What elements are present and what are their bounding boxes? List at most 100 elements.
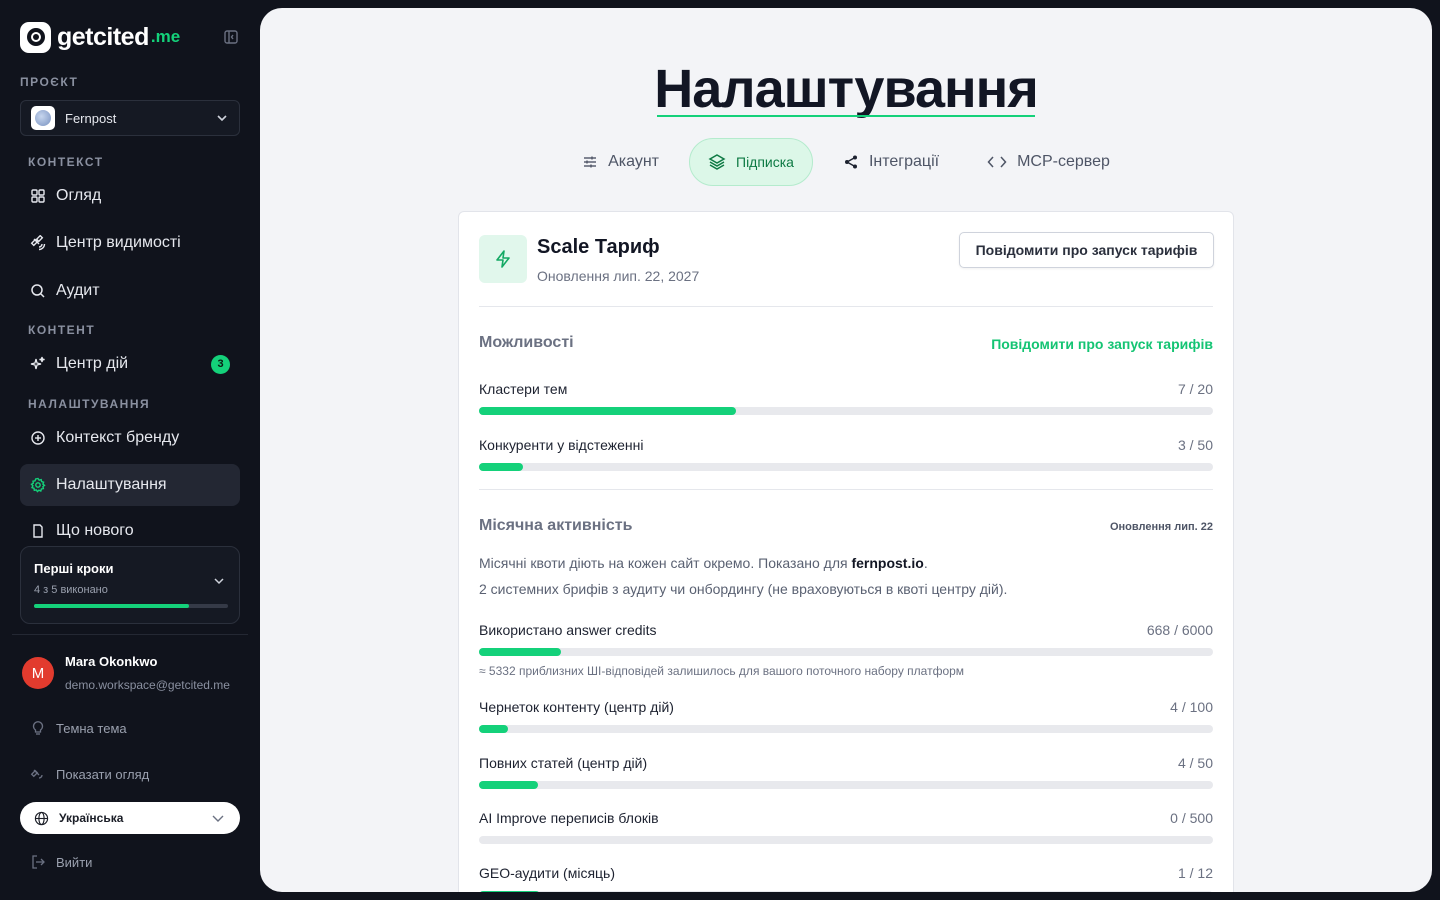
nav-item-brand-context[interactable]: Контекст бренду: [20, 417, 240, 459]
metric-competitors: Конкуренти у відстеженні 3 / 50: [479, 437, 1213, 471]
tab-label: Підписка: [736, 154, 794, 170]
grid-icon: [30, 188, 46, 204]
nav-scroll-clip: Що нового: [20, 518, 240, 538]
divider: [479, 489, 1213, 490]
avatar: M: [22, 657, 54, 689]
note-text: Місячні квоти діють на кожен сайт окремо…: [479, 555, 852, 571]
tab-label: MCP-сервер: [1017, 153, 1110, 170]
metric-value: 4 / 50: [1177, 755, 1213, 771]
metric-answer-credits: Використано answer credits 668 / 6000 ≈ 5…: [479, 622, 1213, 678]
search-icon: [30, 283, 46, 299]
monthly-note: Місячні квоти діють на кожен сайт окремо…: [479, 555, 928, 571]
metric-note: ≈ 5332 приблизних ШІ-відповідей залишило…: [479, 664, 965, 678]
getting-started-card[interactable]: Перші кроки 4 з 5 виконано: [20, 546, 240, 624]
nav-item-label: Налаштування: [56, 476, 167, 493]
metric-progress-bar: [479, 891, 1213, 892]
show-tour-link[interactable]: Показати огляд: [30, 766, 149, 782]
metric-value: 4 / 100: [1170, 699, 1213, 715]
note-suffix: .: [923, 555, 928, 571]
monthly-title: Місячна активність: [479, 517, 633, 534]
theme-label: Темна тема: [56, 720, 127, 736]
metric-progress-fill: [479, 725, 509, 733]
nav-item-action-center[interactable]: Центр дій 3: [20, 343, 240, 385]
lightning-icon: [479, 235, 527, 283]
lightbulb-icon: [32, 721, 44, 735]
plus-circle-icon: [30, 430, 46, 446]
project-select[interactable]: Fernpost: [20, 100, 240, 136]
nav-item-label: Центр дій: [56, 355, 129, 372]
metric-topic-clusters: Кластери тем 7 / 20: [479, 381, 1213, 415]
steps-title: Перші кроки: [34, 561, 114, 576]
gear-icon: [30, 477, 46, 493]
project-avatar: [31, 106, 55, 130]
sidebar: getcited .me ПРОЄКТ Fernpost КОНТЕКСТ Ог…: [0, 0, 260, 900]
sliders-icon: [584, 156, 597, 168]
tab-mcp-server[interactable]: MCP-сервер: [969, 138, 1128, 186]
chevron-down-icon: [217, 115, 227, 122]
page-title: Налаштування: [654, 59, 1038, 119]
logo[interactable]: getcited .me: [20, 21, 180, 53]
tab-account[interactable]: Акаунт: [564, 138, 677, 186]
nav-item-whats-new[interactable]: Що нового: [20, 518, 240, 538]
tab-label: Інтеграції: [868, 153, 940, 170]
brand-name: getcited: [57, 22, 149, 51]
nav-item-audit[interactable]: Аудит: [20, 270, 240, 312]
tour-label: Показати огляд: [56, 766, 150, 782]
dark-theme-toggle[interactable]: Темна тема: [30, 720, 127, 736]
metric-label: Повних статей (центр дій): [479, 755, 648, 771]
metric-label: Чернеток контенту (центр дій): [479, 699, 674, 715]
action-count-badge: 3: [211, 354, 230, 374]
user-email: demo.workspace@getcited.me: [65, 678, 230, 692]
metric-progress-fill: [479, 781, 538, 789]
sidebar-divider: [12, 634, 248, 635]
file-icon: [30, 523, 46, 538]
metric-progress-bar: [479, 725, 1213, 733]
steps-progress-fill: [34, 604, 190, 608]
metric-progress-fill: [479, 891, 541, 892]
metric-value: 0 / 500: [1170, 810, 1213, 826]
metric-progress-bar: [479, 648, 1213, 656]
metric-label: Використано answer credits: [479, 622, 657, 638]
subscription-card: Scale Тариф Оновлення лип. 22, 2027 Пові…: [458, 211, 1234, 892]
divider: [479, 306, 1213, 307]
nav-item-label: Центр видимості: [56, 234, 181, 251]
notify-launch-button[interactable]: Повідомити про запуск тарифів: [959, 232, 1214, 268]
metric-label: AI Improve переписів блоків: [479, 810, 659, 826]
steps-subtitle: 4 з 5 виконано: [34, 584, 108, 596]
nav-item-label: Огляд: [56, 187, 102, 204]
nav-item-visibility[interactable]: Центр видимості: [20, 222, 240, 264]
nav-item-overview[interactable]: Огляд: [20, 175, 240, 217]
plan-name: Scale Тариф: [537, 236, 660, 258]
logout-label: Вийти: [56, 854, 93, 870]
globe-icon: [34, 811, 49, 825]
notify-launch-link[interactable]: Повідомити про запуск тарифів: [991, 336, 1213, 352]
monthly-updated: Оновлення лип. 22: [1109, 521, 1213, 533]
language-label: Українська: [59, 811, 124, 825]
sparkles-icon: [30, 356, 46, 372]
satellite-icon: [30, 235, 46, 251]
nav-item-settings[interactable]: Налаштування: [20, 464, 240, 506]
logout-link[interactable]: Вийти: [30, 854, 92, 870]
main-panel: Налаштування Акаунт Підписка Інтеграції …: [260, 8, 1432, 892]
context-section-label: КОНТЕКСТ: [28, 155, 104, 169]
metric-progress-bar: [479, 836, 1213, 844]
metric-ai-improve: AI Improve переписів блоків 0 / 500: [479, 810, 1213, 844]
metric-progress-fill: [479, 407, 736, 415]
user-name: Mara Okonkwo: [65, 654, 158, 669]
chevron-down-icon[interactable]: [213, 575, 225, 587]
metric-full-articles: Повних статей (центр дій) 4 / 50: [479, 755, 1213, 789]
settings-tabs: Акаунт Підписка Інтеграції MCP-сервер: [260, 138, 1432, 186]
sidebar-collapse-icon[interactable]: [222, 28, 240, 46]
metric-progress-fill: [479, 463, 524, 471]
user-profile[interactable]: M Mara Okonkwo demo.workspace@getcited.m…: [22, 654, 230, 692]
tab-integrations[interactable]: Інтеграції: [825, 138, 957, 186]
language-select[interactable]: Українська: [20, 802, 240, 834]
title-underline: [657, 115, 1035, 117]
tab-subscription[interactable]: Підписка: [689, 138, 813, 186]
settings-section-label: НАЛАШТУВАННЯ: [28, 397, 151, 411]
metric-value: 7 / 20: [1177, 381, 1213, 397]
metric-progress-bar: [479, 463, 1213, 471]
tab-label: Акаунт: [608, 153, 659, 170]
metric-content-drafts: Чернеток контенту (центр дій) 4 / 100: [479, 699, 1213, 733]
code-icon: [987, 156, 1007, 168]
